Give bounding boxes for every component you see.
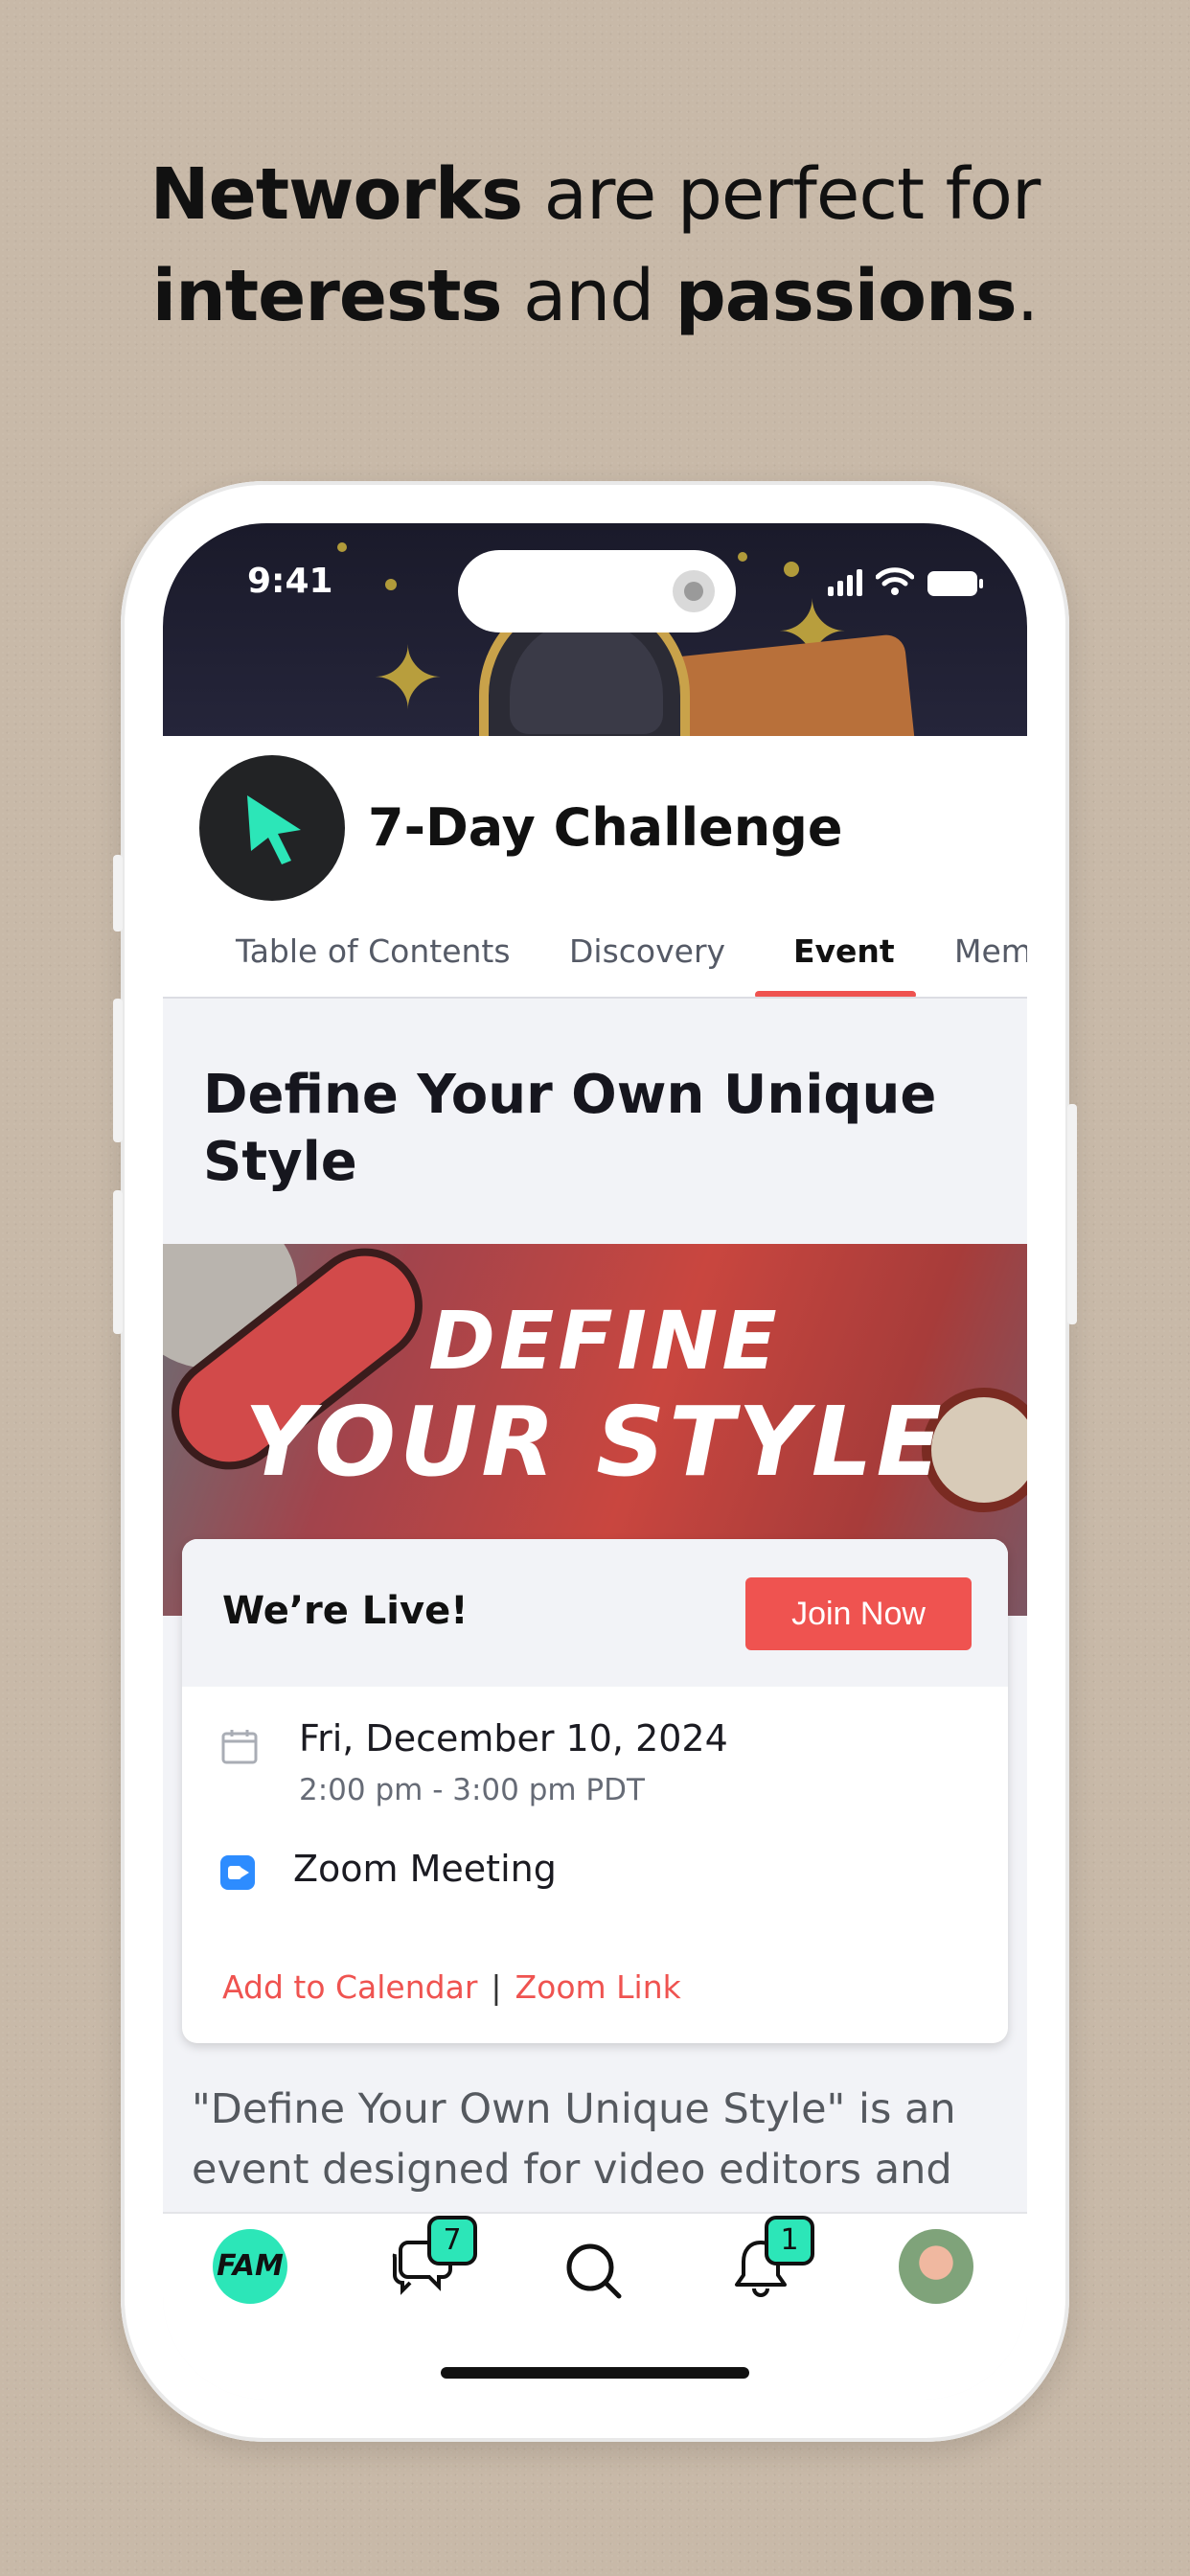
star-dot: [385, 579, 397, 590]
group-header: 7-Day Challenge Table of Contents Discov…: [163, 736, 1027, 999]
wifi-icon: [876, 567, 914, 595]
event-links: Add to Calendar | Zoom Link: [222, 1968, 681, 2006]
event-date: Fri, December 10, 2024: [299, 1717, 728, 1760]
event-details-card: We’re Live! Join Now Fri, December 10, 2…: [182, 1539, 1008, 2043]
phone-side-button: [113, 999, 123, 1142]
headline-text: are perfect for: [522, 153, 1041, 236]
join-now-button[interactable]: Join Now: [745, 1577, 972, 1650]
headline-line-2: interests and passions.: [0, 245, 1190, 347]
star-dot: [784, 562, 799, 577]
event-location: Zoom Meeting: [293, 1848, 557, 1890]
fam-logo[interactable]: FAM: [213, 2229, 287, 2304]
nav-search[interactable]: [563, 2241, 625, 2306]
live-bar: We’re Live! Join Now: [182, 1539, 1008, 1687]
phone-frame: ✦ ✦ 9:41 7-Day Challenge Table of Conten…: [113, 481, 1077, 2442]
calendar-icon: [221, 1730, 258, 1764]
astronaut-visor: [510, 619, 663, 734]
headline-bold-passions: passions: [675, 255, 1018, 337]
status-icons: [828, 567, 983, 596]
tab-discovery[interactable]: Discovery: [569, 928, 725, 997]
notifications-badge: 1: [765, 2216, 814, 2266]
banner-text-line-2: YOUR STYLE: [244, 1386, 946, 1498]
banner-text-line-1: DEFINE: [428, 1294, 781, 1388]
tab-table-of-contents[interactable]: Table of Contents: [236, 928, 511, 997]
zoom-video-icon: [220, 1855, 255, 1890]
tab-event[interactable]: Event: [793, 928, 895, 997]
sparkle-icon: ✦: [372, 629, 445, 729]
phone-side-button: [1067, 1104, 1077, 1324]
phone-side-button: [113, 855, 123, 932]
link-separator: |: [491, 1968, 502, 2006]
tab-members[interactable]: Mem: [954, 928, 1027, 997]
headline-line-1: Networks are perfect for: [0, 144, 1190, 245]
phone-side-button: [113, 1190, 123, 1334]
event-time: 2:00 pm - 3:00 pm PDT: [299, 1773, 645, 1807]
live-status-label: We’re Live!: [222, 1589, 469, 1633]
battery-icon: [927, 571, 983, 596]
profile-avatar[interactable]: [899, 2229, 973, 2304]
cellular-signal-icon: [828, 569, 862, 596]
active-tab-indicator: [755, 991, 916, 997]
headline-period: .: [1016, 255, 1040, 337]
marketing-headline: Networks are perfect for interests and p…: [0, 144, 1190, 347]
headline-bold-networks: Networks: [149, 153, 523, 236]
zoom-link[interactable]: Zoom Link: [515, 1968, 681, 2006]
headline-bold-interests: interests: [151, 255, 503, 337]
search-icon: [566, 2243, 622, 2299]
messages-badge: 7: [427, 2216, 477, 2266]
cursor-arrow-icon: [247, 795, 301, 864]
group-cover-image: ✦ ✦ 9:41: [163, 523, 1027, 736]
add-to-calendar-link[interactable]: Add to Calendar: [222, 1968, 477, 2006]
group-title: 7-Day Challenge: [368, 797, 843, 858]
star-dot: [337, 542, 347, 552]
star-dot: [738, 552, 747, 562]
event-description: "Define Your Own Unique Style" is an eve…: [192, 2085, 956, 2194]
camera-icon: [673, 570, 715, 612]
group-tabs: Table of Contents Discovery Event Mem: [163, 928, 1027, 999]
nav-messages[interactable]: 7: [389, 2216, 477, 2300]
event-title: Define Your Own Unique Style: [203, 1064, 937, 1193]
dynamic-island: [458, 550, 736, 632]
phone-screen: ✦ ✦ 9:41 7-Day Challenge Table of Conten…: [163, 523, 1027, 2400]
headline-text: and: [501, 255, 675, 337]
group-avatar[interactable]: [199, 755, 345, 901]
home-indicator: [441, 2367, 749, 2379]
nav-notifications[interactable]: 1: [732, 2216, 814, 2304]
status-time: 9:41: [247, 562, 333, 601]
